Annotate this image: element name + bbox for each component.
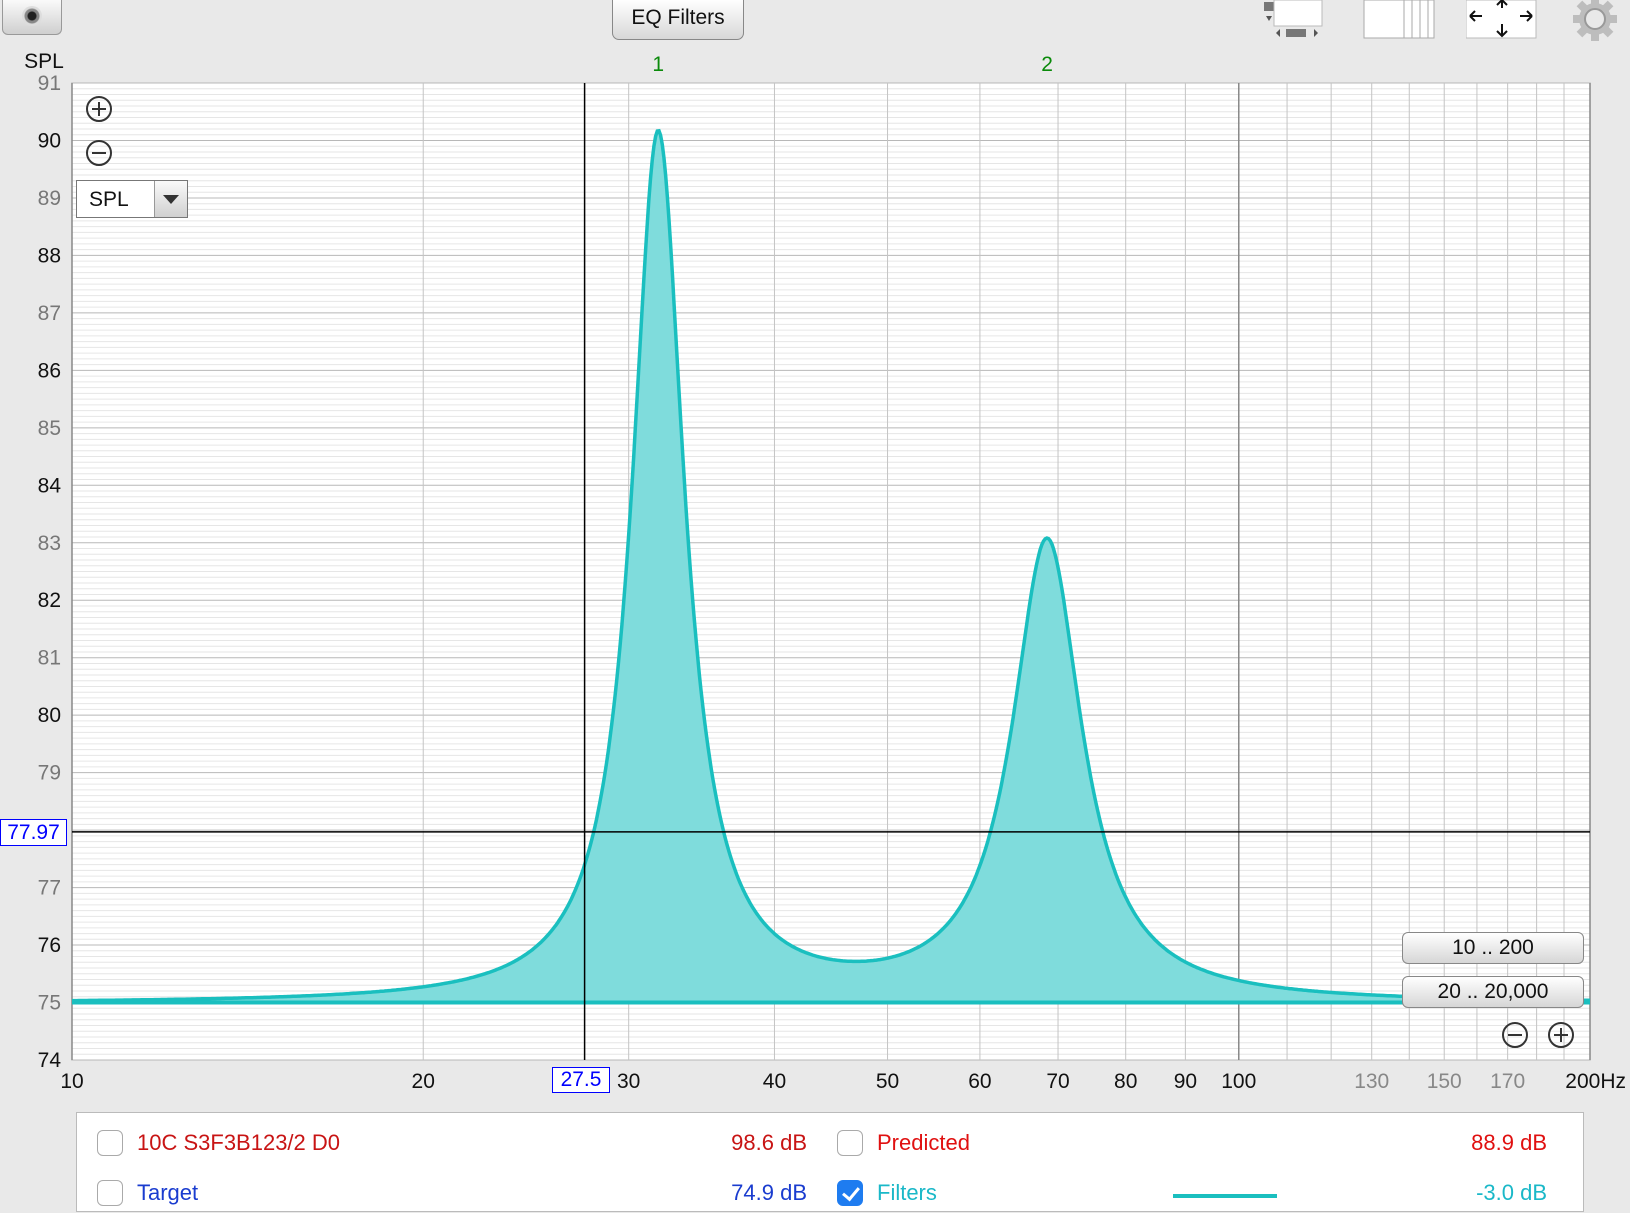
filter-markers: 12 (652, 53, 1053, 76)
target-checkbox[interactable] (97, 1180, 123, 1206)
x-tick-label: 100 (1221, 1070, 1256, 1093)
x-tick-label: 170 (1490, 1070, 1525, 1093)
x-axis-unit-label: 200Hz (1565, 1070, 1626, 1093)
measurement-checkbox[interactable] (97, 1130, 123, 1156)
y-tick-label: 85 (38, 417, 61, 440)
y-tick-label: 79 (38, 762, 61, 785)
legend-row: 10C S3F3B123/2 D0 98.6 dB Predicted 88.9… (77, 1123, 1583, 1163)
zoom-out-x-icon[interactable] (1502, 1022, 1528, 1048)
filters-value: -3.0 dB (1476, 1180, 1547, 1205)
cursor-y-readout: 77.97 (0, 819, 67, 846)
filters-checkbox[interactable] (837, 1180, 863, 1206)
range-20-20000-button[interactable]: 20 .. 20,000 (1402, 976, 1584, 1008)
predicted-value: 88.9 dB (1471, 1130, 1547, 1155)
legend: 10C S3F3B123/2 D0 98.6 dB Predicted 88.9… (76, 1112, 1584, 1212)
x-ticks: 10 20 30 40 50 60 70 80 90 100 130 150 170 200Hz (60, 1070, 1626, 1093)
x-tick-label: 150 (1427, 1070, 1462, 1093)
x-tick-label: 20 (412, 1070, 435, 1093)
gear-icon[interactable] (1570, 0, 1620, 42)
measurement-value: 98.6 dB (731, 1130, 807, 1155)
filters-name: Filters (877, 1180, 937, 1205)
x-tick-label: 60 (968, 1070, 991, 1093)
y-tick-label: 84 (38, 474, 62, 497)
x-tick-label: 130 (1354, 1070, 1389, 1093)
chart[interactable]: SPL 91 90 89 88 87 86 85 84 83 82 81 80 79 77 76 75 74 1… (0, 44, 1630, 1110)
arrows-icon[interactable] (1466, 0, 1538, 40)
x-tick-label: 10 (60, 1070, 83, 1093)
target-value: 74.9 dB (731, 1180, 807, 1205)
y-tick-label: 77 (38, 877, 61, 900)
y-tick-label: 88 (38, 244, 61, 267)
x-tick-label: 30 (617, 1070, 640, 1093)
x-tick-label: 50 (876, 1070, 899, 1093)
cursor-x-readout: 27.5 (552, 1067, 610, 1093)
filter-marker-label: 2 (1041, 53, 1053, 76)
y-axis-label: SPL (24, 50, 64, 73)
toolbar: EQ Filters (0, 0, 1630, 44)
x-tick-label: 90 (1174, 1070, 1197, 1093)
y-tick-label: 91 (38, 72, 61, 95)
target-name: Target (137, 1180, 199, 1205)
chevron-down-icon (154, 181, 187, 217)
x-tick-label: 80 (1114, 1070, 1137, 1093)
columns-icon[interactable] (1362, 0, 1436, 40)
eq-filters-button[interactable]: EQ Filters (612, 0, 744, 40)
y-tick-label: 74 (38, 1049, 62, 1072)
y-tick-label: 89 (38, 187, 61, 210)
y-ticks: 91 90 89 88 87 86 85 84 83 82 81 80 79 77 76 75 74 (38, 72, 62, 1072)
x-tick-label: 70 (1046, 1070, 1069, 1093)
predicted-checkbox[interactable] (837, 1130, 863, 1156)
y-tick-label: 80 (38, 704, 61, 727)
y-tick-label: 76 (38, 934, 61, 957)
predicted-name: Predicted (877, 1130, 970, 1155)
measurement-name: 10C S3F3B123/2 D0 (137, 1130, 341, 1155)
spl-dropdown[interactable]: SPL (76, 180, 188, 218)
y-tick-label: 83 (38, 532, 61, 555)
y-tick-label: 81 (38, 647, 61, 670)
filters-line-swatch (1173, 1194, 1277, 1198)
zoom-in-y-icon[interactable] (86, 96, 112, 122)
legend-row: Target 74.9 dB Filters -3.0 dB (77, 1173, 1583, 1213)
camera-lens (22, 6, 42, 26)
spl-dropdown-value: SPL (89, 188, 129, 211)
layout-icon[interactable] (1256, 0, 1328, 40)
camera-icon[interactable] (2, 0, 62, 35)
zoom-out-y-icon[interactable] (86, 140, 112, 166)
y-tick-label: 87 (38, 302, 61, 325)
y-tick-label: 75 (38, 992, 61, 1015)
y-tick-label: 86 (38, 359, 61, 382)
x-tick-label: 40 (763, 1070, 786, 1093)
y-tick-label: 82 (38, 589, 61, 612)
y-tick-label: 90 (38, 129, 61, 152)
filter-marker-label: 1 (652, 53, 664, 76)
zoom-in-x-icon[interactable] (1548, 1022, 1574, 1048)
range-10-200-button[interactable]: 10 .. 200 (1402, 932, 1584, 964)
